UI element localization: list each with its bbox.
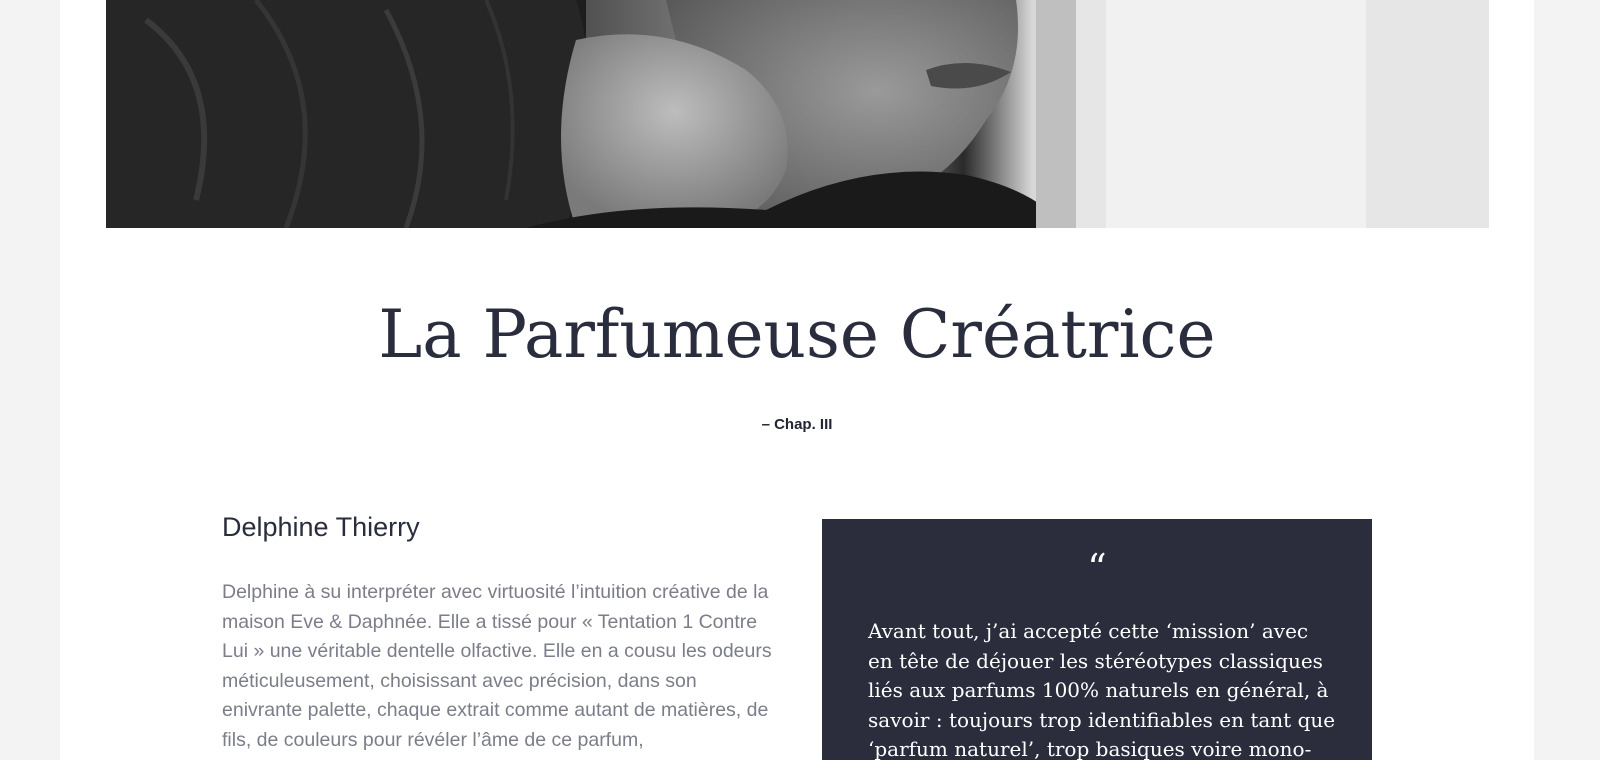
author-name: Delphine Thierry (222, 512, 420, 542)
chapter-label: – Chap. III (761, 416, 833, 433)
hero-photo-art (106, 0, 1489, 228)
page-title: La Parfumeuse Créatrice (378, 296, 1216, 373)
quote-box: “ Avant tout, j’ai accepté cette ‘missio… (822, 519, 1372, 760)
hero-photo (106, 0, 1489, 228)
quote-mark-icon: “ (1087, 546, 1107, 590)
page-content: La Parfumeuse Créatrice – Chap. III Delp… (60, 0, 1534, 760)
quote-text: Avant tout, j’ai accepté cette ‘mission’… (868, 619, 1336, 760)
author-bio: Delphine à su interpréter avec virtuosit… (222, 581, 772, 751)
